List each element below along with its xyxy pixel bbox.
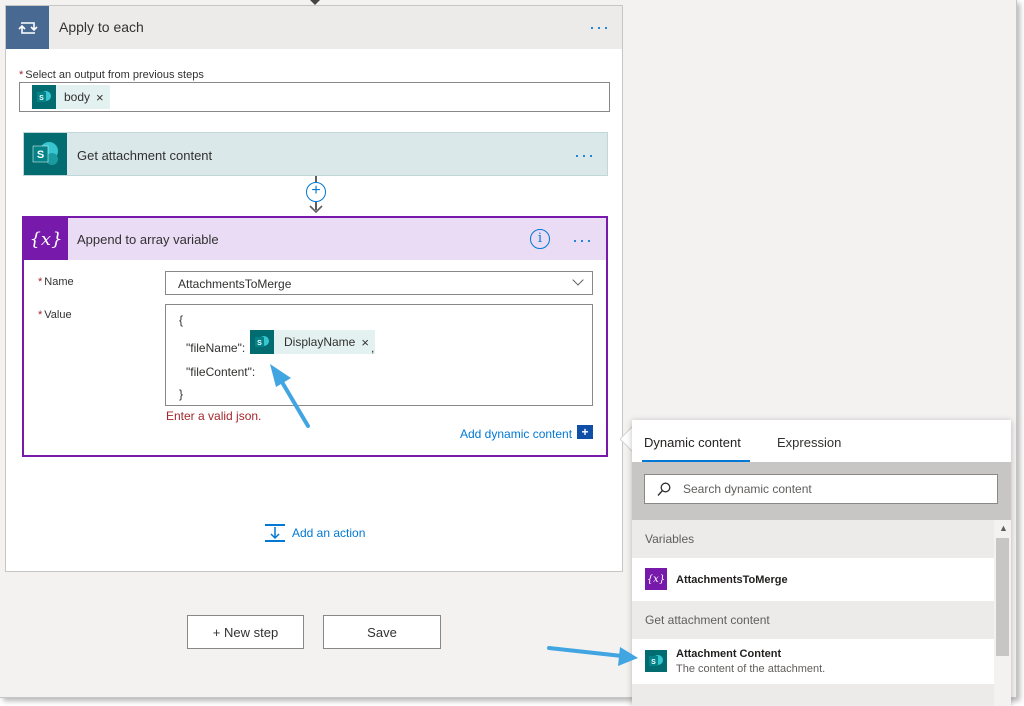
remove-body-token-icon[interactable]: × bbox=[94, 90, 110, 105]
sharepoint-icon: S bbox=[250, 330, 274, 354]
loop-icon bbox=[6, 6, 49, 49]
append-to-array-more-icon[interactable]: ··· bbox=[572, 231, 593, 249]
add-dynamic-content-icon[interactable]: + bbox=[577, 425, 593, 439]
sharepoint-icon: S bbox=[24, 133, 67, 175]
dynamic-item-attachmentstomerge[interactable]: {x} AttachmentsToMerge bbox=[632, 558, 994, 601]
json-close-brace: } bbox=[179, 387, 184, 401]
add-an-action-label: Add an action bbox=[292, 526, 366, 540]
dynamic-item-title: AttachmentsToMerge bbox=[676, 574, 788, 586]
scroll-thumb[interactable] bbox=[996, 538, 1009, 656]
get-attachment-title: Get attachment content bbox=[77, 148, 213, 163]
add-dynamic-content-link[interactable]: Add dynamic content bbox=[460, 427, 572, 441]
apply-to-each-more-icon[interactable]: ··· bbox=[589, 18, 610, 36]
svg-text:S: S bbox=[257, 340, 262, 347]
insert-step-plus-icon[interactable]: + bbox=[306, 182, 326, 202]
connector-line bbox=[315, 202, 317, 210]
info-icon[interactable]: i bbox=[530, 229, 550, 249]
displayname-token-label: DisplayName bbox=[284, 335, 356, 349]
select-output-input[interactable]: S body × bbox=[19, 82, 610, 112]
dynamic-item-attachment-content[interactable]: S Attachment Content The content of the … bbox=[632, 639, 994, 684]
add-action-icon bbox=[265, 524, 285, 542]
sharepoint-icon: S bbox=[645, 650, 667, 672]
append-to-array-header[interactable]: {x} Append to array variable i ··· bbox=[24, 218, 606, 260]
svg-text:S: S bbox=[39, 95, 44, 102]
save-button[interactable]: Save bbox=[323, 615, 441, 649]
get-attachment-more-icon[interactable]: ··· bbox=[574, 146, 595, 164]
json-filecontent-key: "fileContent": bbox=[186, 365, 256, 379]
body-token[interactable]: S body × bbox=[32, 85, 110, 109]
svg-text:S: S bbox=[36, 149, 43, 161]
dynamic-item-title: Attachment Content bbox=[676, 648, 782, 660]
section-header-get-attachment: Get attachment content bbox=[632, 601, 994, 639]
sharepoint-icon: S bbox=[32, 85, 56, 109]
value-editor[interactable]: { "fileName": S DisplayName × , "fileCon… bbox=[165, 304, 593, 406]
tab-dynamic-content[interactable]: Dynamic content bbox=[644, 435, 741, 450]
scroll-up-icon[interactable]: ▲ bbox=[999, 523, 1008, 533]
json-comma: , bbox=[371, 341, 375, 355]
json-error-message: Enter a valid json. bbox=[166, 409, 262, 423]
json-open-brace: { bbox=[179, 313, 184, 327]
new-step-button[interactable]: + New step bbox=[187, 615, 304, 649]
search-icon bbox=[657, 482, 671, 496]
dynamic-item-description: The content of the attachment. bbox=[676, 663, 826, 675]
select-output-label: * Select an output from previous steps bbox=[19, 69, 204, 81]
next-section-header bbox=[632, 684, 994, 706]
name-label: * Name bbox=[38, 276, 74, 288]
add-an-action-button[interactable]: Add an action bbox=[264, 523, 365, 543]
search-dynamic-content-input[interactable] bbox=[681, 480, 981, 498]
section-header-variables: Variables bbox=[632, 520, 994, 558]
search-area bbox=[632, 462, 1011, 520]
append-to-array-title: Append to array variable bbox=[77, 232, 219, 247]
displayname-token[interactable]: S DisplayName × bbox=[250, 330, 375, 354]
json-filename-key: "fileName": bbox=[186, 341, 246, 355]
apply-to-each-scope: Apply to each ··· * Select an output from… bbox=[5, 5, 623, 572]
variable-icon: {x} bbox=[24, 218, 68, 260]
svg-text:S: S bbox=[651, 659, 656, 666]
body-token-label: body bbox=[64, 90, 91, 104]
apply-to-each-header[interactable]: Apply to each ··· bbox=[6, 6, 622, 49]
name-dropdown[interactable]: AttachmentsToMerge bbox=[165, 271, 593, 295]
value-label: * Value bbox=[38, 309, 72, 321]
dynamic-content-panel: Dynamic content Expression Variables {x}… bbox=[632, 420, 1011, 706]
apply-to-each-title: Apply to each bbox=[59, 19, 144, 35]
append-to-array-card: {x} Append to array variable i ··· * Name… bbox=[22, 216, 608, 457]
dynamic-panel-scrollbar[interactable]: ▲ bbox=[994, 520, 1011, 706]
chevron-down-icon bbox=[572, 274, 584, 286]
name-dropdown-value: AttachmentsToMerge bbox=[178, 277, 292, 291]
get-attachment-content-card[interactable]: S Get attachment content ··· bbox=[23, 132, 608, 176]
variable-icon: {x} bbox=[645, 568, 667, 590]
tab-expression[interactable]: Expression bbox=[777, 435, 841, 450]
search-box[interactable] bbox=[644, 474, 998, 504]
